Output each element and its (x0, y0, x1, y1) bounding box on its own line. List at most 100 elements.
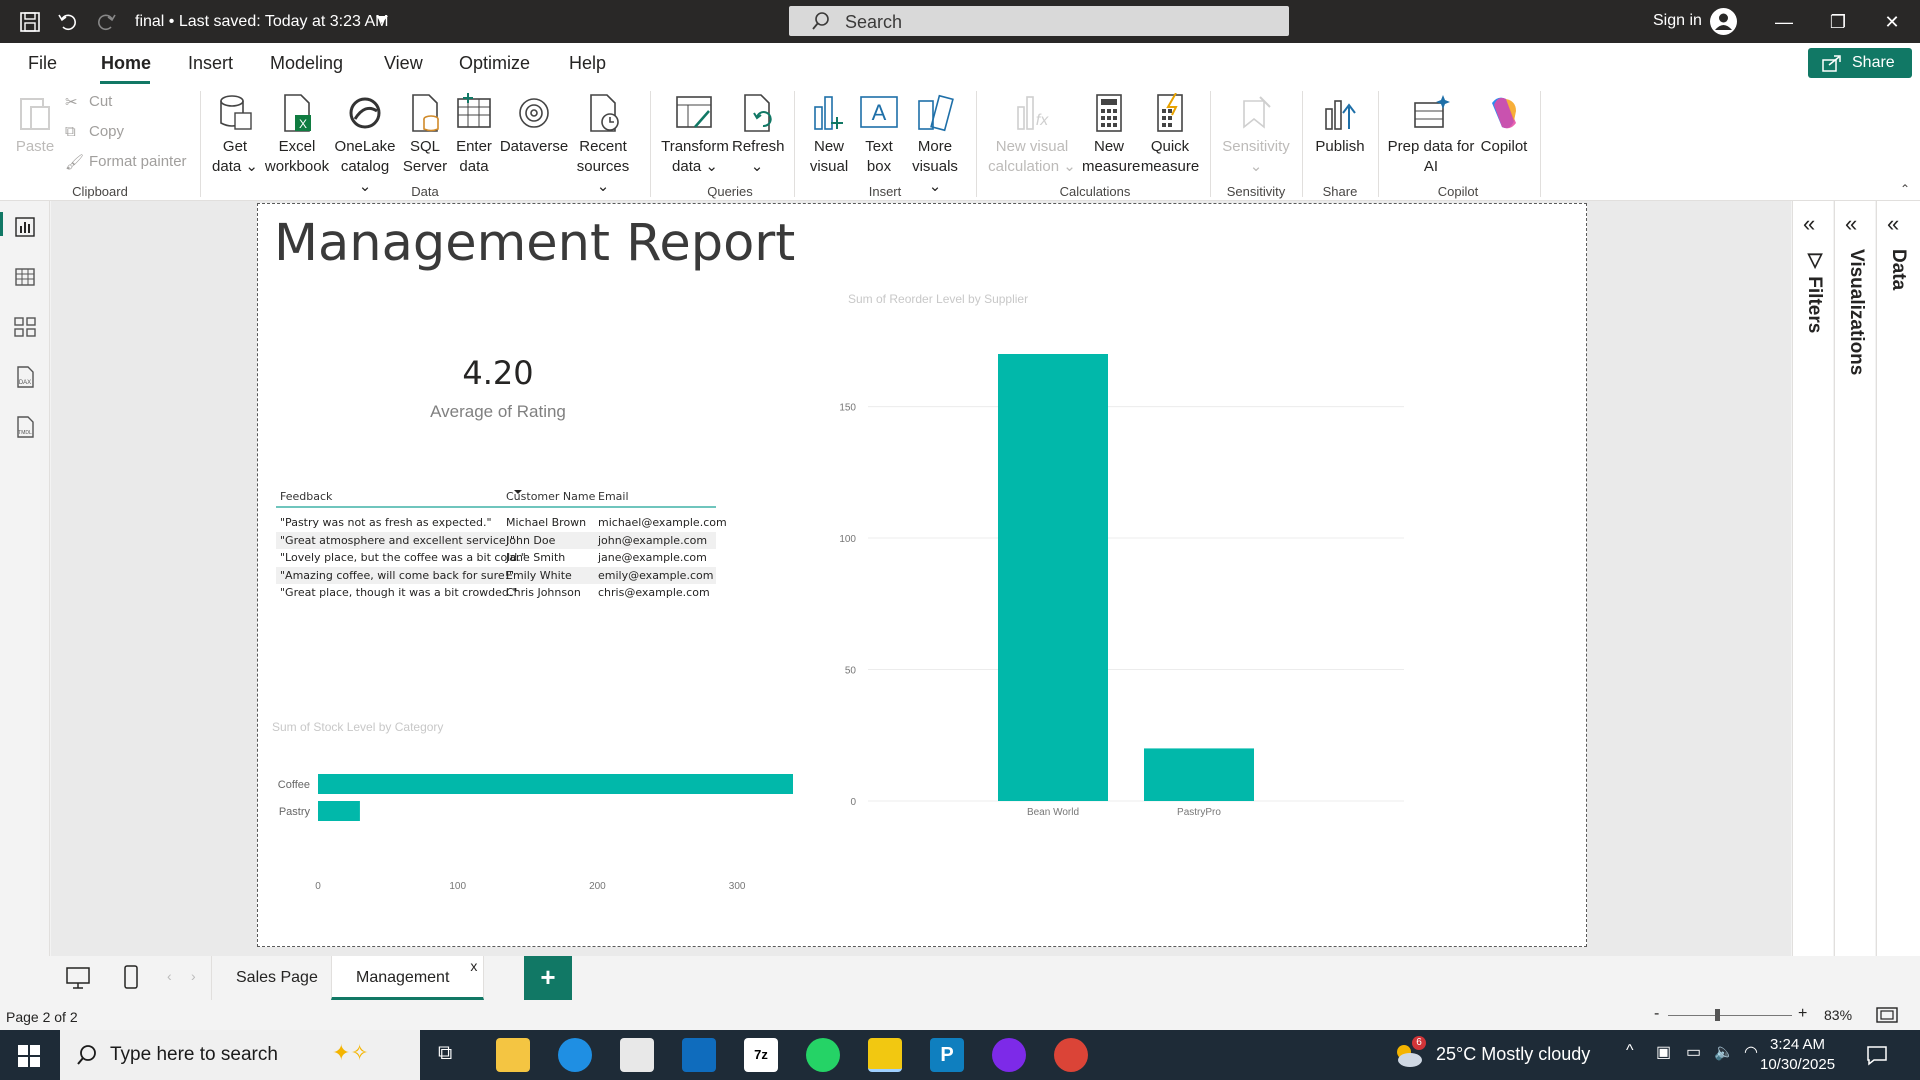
redo-icon[interactable] (94, 10, 118, 34)
tab-help[interactable]: Help (569, 53, 606, 74)
table-row[interactable]: "Lovely place, but the coffee was a bit … (276, 549, 716, 567)
data-pane[interactable]: « Data (1876, 201, 1920, 956)
file-explorer-icon[interactable] (496, 1038, 530, 1072)
cut-button[interactable]: ✂ Cut (65, 93, 112, 111)
close-page-icon[interactable]: x (470, 944, 477, 988)
previous-page-icon[interactable]: ‹ (167, 968, 172, 984)
table-view-icon[interactable] (13, 265, 37, 289)
refresh-button[interactable]: Refresh ⌄ (732, 93, 785, 177)
zoom-level[interactable]: 83% (1824, 1007, 1852, 1023)
zoom-out-icon[interactable]: - (1654, 1005, 1659, 1023)
more-visuals-button[interactable]: More visuals ⌄ (904, 93, 966, 197)
add-page-button[interactable]: + (524, 956, 572, 1000)
sql-server-button[interactable]: SQL Server (400, 93, 450, 177)
prep-data-for-ai-button[interactable]: Prep data for AI (1386, 93, 1476, 177)
7zip-icon[interactable]: 7z (744, 1038, 778, 1072)
format-painter-button[interactable]: 🖌 Format painter (65, 153, 187, 171)
reorder-level-column-chart[interactable]: 0 50 100 150 Bean World PastryPro (838, 314, 1418, 834)
dax-query-view-icon[interactable]: DAX (13, 365, 37, 389)
file-title[interactable]: final • Last saved: Today at 3:23 AM (135, 13, 388, 31)
sensitivity-button[interactable]: Sensitivity ⌄ (1220, 93, 1292, 177)
table-row[interactable]: "Pastry was not as fresh as expected." Mi… (276, 514, 727, 532)
fit-to-page-icon[interactable] (1876, 1007, 1898, 1023)
task-view-icon[interactable]: ⧉ (438, 1042, 452, 1065)
publisher-icon[interactable]: P (930, 1038, 964, 1072)
save-icon[interactable] (18, 10, 42, 34)
show-hidden-icons-icon[interactable]: ^ (1626, 1042, 1634, 1060)
enter-data-button[interactable]: Enter data (451, 93, 497, 177)
zoom-in-icon[interactable]: + (1798, 1005, 1807, 1023)
edge-icon[interactable] (558, 1038, 592, 1072)
paste-button[interactable]: Paste (12, 93, 58, 157)
expand-data-icon[interactable]: « (1887, 211, 1899, 237)
close-icon[interactable]: ✕ (1877, 8, 1907, 36)
network-icon[interactable]: ◠ (1744, 1042, 1758, 1062)
bar-bean-world[interactable] (998, 354, 1108, 801)
column-header-feedback[interactable]: Feedback (280, 490, 332, 503)
get-data-button[interactable]: Get data ⌄ (212, 93, 258, 177)
desktop-layout-icon[interactable] (65, 966, 91, 990)
tab-home[interactable]: Home (101, 53, 151, 74)
table-row[interactable]: "Amazing coffee, will come back for sure… (276, 566, 716, 584)
transform-data-button[interactable]: Transform data ⌄ (660, 93, 730, 177)
report-page[interactable]: Management Report 4.20 Average of Rating… (257, 203, 1587, 947)
notifications-icon[interactable] (1866, 1044, 1888, 1066)
column-header-email[interactable]: Email (598, 490, 629, 503)
taskbar-search[interactable]: Type here to search ✦✧ (60, 1030, 420, 1080)
copilot-button[interactable]: Copilot (1478, 93, 1530, 157)
new-visual-calculation-button[interactable]: fx New visual calculation ⌄ (986, 93, 1078, 177)
volume-icon[interactable]: 🔈 (1714, 1042, 1734, 1062)
share-button[interactable]: Share ⌄ (1808, 48, 1912, 101)
copy-button[interactable]: ⧉ Copy (65, 123, 124, 140)
filters-pane[interactable]: « ▽ Filters (1792, 201, 1833, 956)
zoom-slider-thumb[interactable] (1715, 1009, 1720, 1021)
visualizations-pane[interactable]: « Visualizations (1834, 201, 1875, 956)
mobile-layout-icon[interactable] (123, 964, 139, 990)
text-box-button[interactable]: A Text box (856, 93, 902, 177)
dataverse-button[interactable]: Dataverse (498, 93, 570, 157)
windows-start-icon[interactable] (18, 1045, 40, 1067)
undo-icon[interactable] (56, 10, 80, 34)
whatsapp-icon[interactable] (806, 1038, 840, 1072)
report-view-icon[interactable] (13, 215, 37, 239)
battery-icon[interactable]: ▭ (1686, 1042, 1701, 1062)
bar-pastrypro[interactable] (1144, 748, 1254, 801)
taskbar-clock[interactable]: 3:24 AM 10/30/2025 (1760, 1035, 1835, 1075)
power-bi-icon[interactable] (868, 1038, 902, 1072)
page-tab-management[interactable]: Management x (331, 956, 485, 1000)
new-measure-button[interactable]: New measure (1082, 93, 1140, 177)
bar-pastry[interactable] (318, 801, 360, 821)
minimize-icon[interactable]: — (1769, 8, 1799, 36)
table-row[interactable]: "Great atmosphere and excellent service!… (276, 531, 716, 549)
stock-level-bar-chart[interactable]: Coffee Pastry 0 100 200 300 (258, 734, 818, 914)
search-box[interactable]: Search (789, 6, 1289, 36)
tab-insert[interactable]: Insert (188, 53, 233, 74)
avatar-icon[interactable] (1710, 8, 1737, 35)
title-dropdown-icon[interactable] (376, 16, 388, 23)
chrome-icon[interactable] (1054, 1038, 1088, 1072)
publish-button[interactable]: Publish (1310, 93, 1370, 157)
collapse-ribbon-icon[interactable]: ⌃ (1900, 182, 1910, 196)
expand-visualizations-icon[interactable]: « (1845, 211, 1857, 237)
tmdl-view-icon[interactable]: TMDL (13, 415, 37, 439)
weather-icon[interactable]: 6 (1392, 1036, 1426, 1070)
outlook-icon[interactable] (682, 1038, 716, 1072)
tab-modeling[interactable]: Modeling (270, 53, 343, 74)
restore-icon[interactable]: ❐ (1823, 8, 1853, 36)
new-visual-button[interactable]: New visual (806, 93, 852, 177)
zoom-slider[interactable] (1668, 1015, 1792, 1016)
tab-view[interactable]: View (384, 53, 423, 74)
weather-text[interactable]: 25°C Mostly cloudy (1436, 1044, 1590, 1065)
model-view-icon[interactable] (13, 315, 37, 339)
meet-now-icon[interactable]: ▣ (1656, 1042, 1671, 1062)
page-tab-sales-page[interactable]: Sales Page (211, 956, 343, 1000)
table-row[interactable]: "Great place, though it was a bit crowde… (276, 584, 716, 602)
expand-filters-icon[interactable]: « (1803, 211, 1815, 237)
next-page-icon[interactable]: › (191, 968, 196, 984)
onelake-catalog-button[interactable]: OneLake catalog ⌄ (334, 93, 396, 197)
canva-icon[interactable] (992, 1038, 1026, 1072)
tab-file[interactable]: File (28, 53, 57, 74)
microsoft-store-icon[interactable] (620, 1038, 654, 1072)
sign-in-link[interactable]: Sign in (1653, 12, 1702, 30)
bar-coffee[interactable] (318, 774, 793, 794)
